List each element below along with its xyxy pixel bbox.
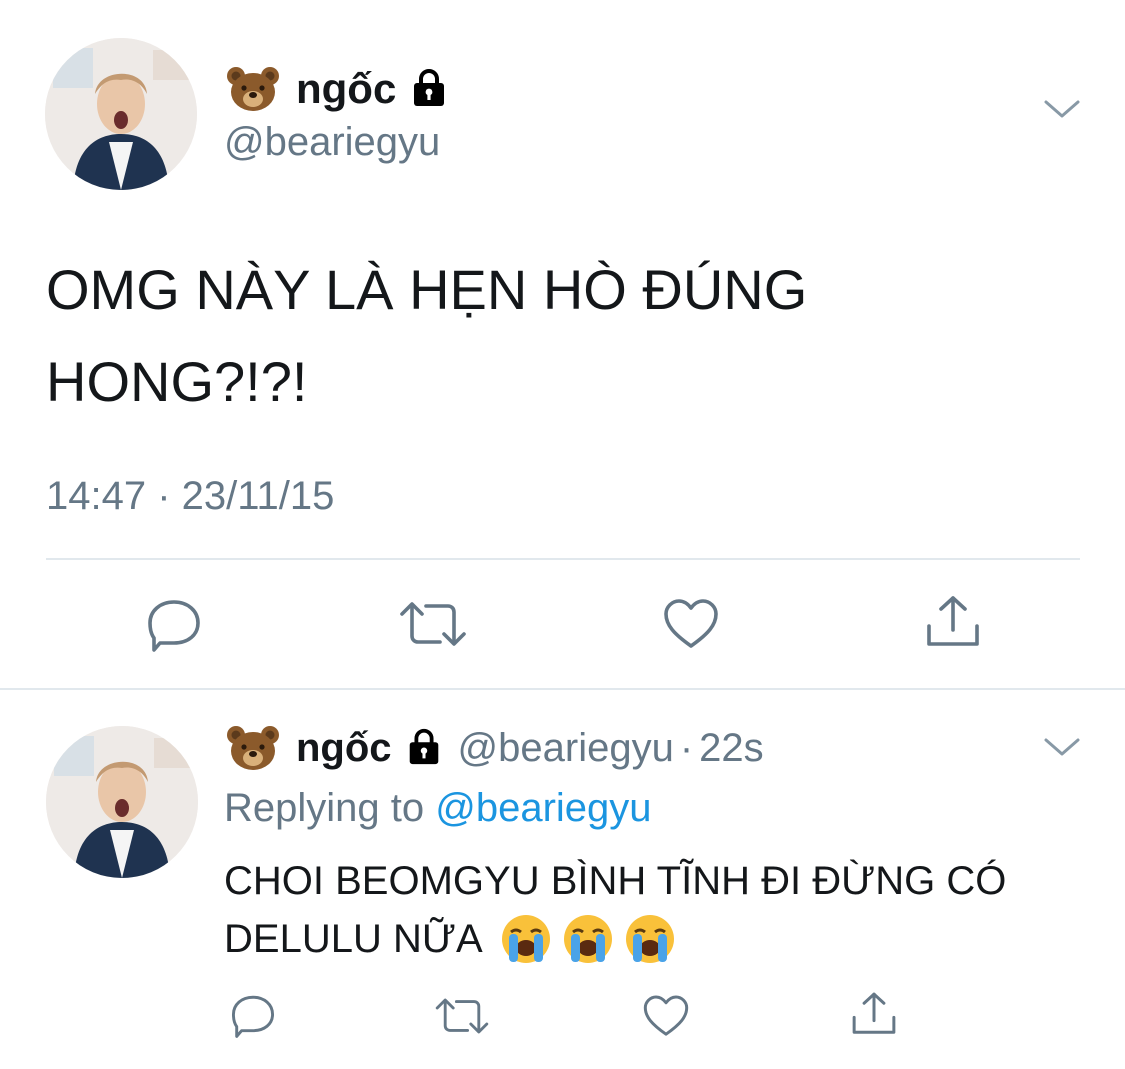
replying-to-handle[interactable]: @beariegyu	[435, 786, 651, 830]
share-icon[interactable]	[924, 594, 982, 650]
bear-face-icon	[226, 725, 280, 771]
timestamp[interactable]: 14:47 · 23/11/15	[46, 472, 334, 520]
retweet-icon[interactable]	[434, 996, 490, 1036]
display-name[interactable]: ngốc	[296, 724, 392, 772]
replying-to-label: Replying to	[224, 786, 425, 830]
tweet-text-line: CHOI BEOMGYU BÌNH TĨNH ĐI ĐỪNG CÓ	[224, 859, 1007, 903]
avatar[interactable]	[46, 726, 198, 878]
tweet-text-line: DELULU NỮA	[224, 917, 483, 961]
like-icon[interactable]	[662, 598, 720, 650]
like-icon[interactable]	[642, 994, 690, 1038]
avatar[interactable]	[45, 38, 197, 190]
reply-icon[interactable]	[230, 994, 276, 1038]
display-name[interactable]: ngốc	[296, 64, 396, 114]
lock-icon	[404, 726, 444, 771]
retweet-icon[interactable]	[398, 600, 468, 648]
handle[interactable]: @beariegyu	[224, 118, 440, 166]
bear-face-icon	[226, 66, 280, 112]
tweet-text: OMG NÀY LÀ HẸN HÒ ĐÚNG HONG?!?!	[46, 244, 807, 428]
loudly-crying-face-icon	[499, 912, 553, 966]
handle[interactable]: @beariegyu	[458, 726, 674, 771]
tweet-text-line: HONG?!?!	[46, 350, 308, 413]
tweet-text: CHOI BEOMGYU BÌNH TĨNH ĐI ĐỪNG CÓ DELULU…	[224, 852, 1006, 968]
tweet-text-line: OMG NÀY LÀ HẸN HÒ ĐÚNG	[46, 258, 808, 321]
loudly-crying-face-icon	[561, 912, 615, 966]
chevron-down-icon[interactable]	[1042, 98, 1082, 122]
time-ago[interactable]: 22s	[699, 726, 764, 771]
loudly-crying-face-icon	[623, 912, 677, 966]
chevron-down-icon[interactable]	[1042, 736, 1082, 760]
share-icon[interactable]	[850, 990, 898, 1038]
reply-icon[interactable]	[146, 598, 202, 652]
divider	[46, 558, 1080, 560]
lock-icon	[408, 66, 450, 113]
separator: ·	[679, 725, 694, 770]
replying-to: Replying to @beariegyu	[224, 784, 652, 832]
divider	[0, 688, 1125, 690]
